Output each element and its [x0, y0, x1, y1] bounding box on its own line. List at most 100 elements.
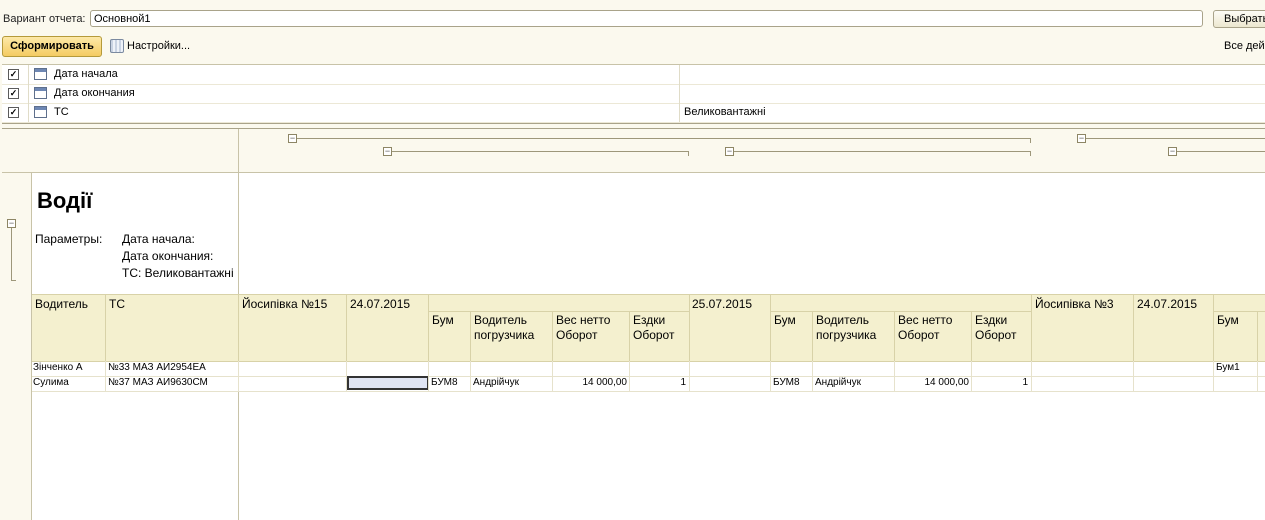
header-trips: Ездки: [633, 313, 666, 327]
cell-driver[interactable]: Сулима: [33, 376, 69, 390]
divider: [552, 361, 553, 376]
header-net-weight: Вес нетто: [898, 313, 953, 327]
collapse-group-icon[interactable]: −: [7, 219, 16, 228]
collapse-group-icon[interactable]: −: [1168, 147, 1177, 156]
cell-bum[interactable]: Бум1: [1216, 361, 1240, 375]
divider: [689, 295, 690, 361]
group-line-end: [1030, 138, 1031, 143]
row-grouping-gutter: [2, 129, 32, 520]
settings-label: Настройки...: [127, 40, 191, 52]
group-line: [1086, 138, 1265, 139]
divider: [1031, 361, 1032, 376]
cell-net-weight[interactable]: 14 000,00: [895, 376, 970, 390]
header-net-weight-2: Оборот: [898, 328, 940, 342]
divider: [679, 103, 680, 122]
calendar-icon: [34, 87, 47, 99]
param-row: ✓ ТС Великовантажні: [2, 103, 1265, 123]
param-value-input[interactable]: Великовантажні: [684, 106, 766, 118]
variant-label: Вариант отчета:: [3, 13, 86, 25]
header-trips-2: Оборот: [975, 328, 1017, 342]
header-driver: Водитель: [35, 297, 89, 311]
divider: [238, 295, 239, 361]
settings-icon: [110, 39, 124, 53]
pick-variant-button[interactable]: Выбрать: [1213, 10, 1265, 28]
divider: [770, 295, 771, 361]
divider: [28, 65, 29, 84]
cell-loader-driver[interactable]: Андрійчук: [815, 376, 861, 390]
selected-cell[interactable]: [347, 376, 429, 390]
cell-driver[interactable]: Зінченко А: [33, 361, 83, 375]
collapse-group-icon[interactable]: −: [1077, 134, 1086, 143]
divider: [28, 103, 29, 122]
divider: [238, 376, 239, 391]
divider: [812, 376, 813, 391]
cell-bum[interactable]: БУМ8: [773, 376, 800, 390]
calendar-icon: [34, 106, 47, 118]
group-line: [392, 151, 688, 152]
group-line: [1177, 151, 1265, 152]
header-loader-driver-2: погрузчика: [474, 328, 535, 342]
cell-loader-driver[interactable]: Андрійчук: [473, 376, 519, 390]
header-date-1: 24.07.2015: [350, 297, 411, 311]
header-date-2: 25.07.2015: [692, 297, 753, 311]
collapse-group-icon[interactable]: −: [288, 134, 297, 143]
header-loader-driver: Водитель: [474, 313, 528, 327]
divider: [28, 84, 29, 103]
param-name: ТС: [54, 106, 69, 118]
divider: [1133, 361, 1134, 376]
divider: [1031, 376, 1032, 391]
cell-trips[interactable]: 1: [630, 376, 686, 390]
table-header: Водитель ТС Йосипівка №15 24.07.2015 Бум…: [32, 294, 1265, 362]
checkbox-date-end[interactable]: ✓: [8, 88, 19, 99]
divider: [812, 361, 813, 376]
header-net-weight: Вес нетто: [556, 313, 611, 327]
cell-vehicle[interactable]: №33 МАЗ АИ2954ЕА: [108, 361, 206, 375]
settings-button[interactable]: Настройки...: [110, 38, 190, 54]
cell-trips[interactable]: 1: [972, 376, 1028, 390]
header-loader-driver-2: погрузчика: [816, 328, 877, 342]
param-name: Дата начала: [54, 68, 118, 80]
divider: [679, 84, 680, 103]
divider: [1213, 361, 1214, 376]
checkbox-date-start[interactable]: ✓: [8, 69, 19, 80]
divider: [470, 361, 471, 376]
all-actions-menu[interactable]: Все действия: [1224, 40, 1265, 52]
divider: [1257, 311, 1258, 361]
divider: [470, 311, 471, 361]
header-bum: Бум: [432, 313, 454, 327]
group-line: [11, 228, 12, 280]
gutter-corner: [2, 129, 31, 173]
generate-button[interactable]: Сформировать: [2, 36, 102, 57]
collapse-group-icon[interactable]: −: [725, 147, 734, 156]
divider: [689, 376, 690, 391]
cell-vehicle[interactable]: №37 МАЗ АИ9630СМ: [108, 376, 208, 390]
divider: [346, 361, 347, 376]
divider: [894, 311, 895, 361]
divider: [971, 311, 972, 361]
divider: [428, 311, 689, 312]
cell-net-weight[interactable]: 14 000,00: [553, 376, 628, 390]
report-title: Водії: [37, 188, 93, 213]
cell-bum[interactable]: БУМ8: [431, 376, 458, 390]
report-spreadsheet[interactable]: − − − − − − Водії Параметры: Дата начала…: [2, 128, 1265, 520]
divider: [105, 376, 106, 391]
divider: [971, 361, 972, 376]
group-line: [734, 151, 1030, 152]
header-loader-driver: Водитель: [816, 313, 870, 327]
divider: [629, 361, 630, 376]
divider: [238, 361, 239, 376]
divider: [428, 376, 429, 391]
divider: [894, 361, 895, 376]
divider: [1133, 295, 1134, 361]
header-group-1: Йосипівка №15: [242, 297, 328, 311]
collapse-group-icon[interactable]: −: [383, 147, 392, 156]
table-row: Зінченко А №33 МАЗ АИ2954ЕА Бум1: [32, 361, 1265, 377]
group-line-end: [1030, 151, 1031, 156]
divider: [552, 311, 553, 361]
param-line: Дата окончания:: [122, 249, 214, 263]
divider: [428, 295, 429, 361]
divider: [105, 361, 106, 376]
variant-input[interactable]: Основной1: [90, 10, 1203, 27]
divider: [105, 295, 106, 361]
checkbox-vehicle[interactable]: ✓: [8, 107, 19, 118]
